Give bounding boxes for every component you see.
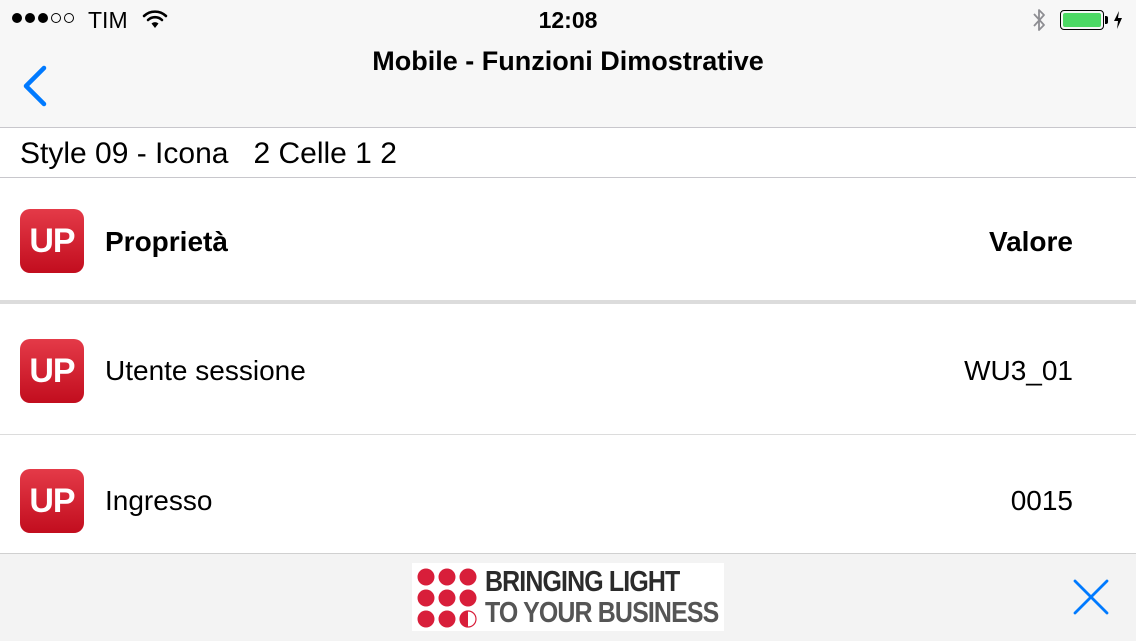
row-value: WU3_01 (964, 355, 1073, 386)
charging-bolt-icon (1112, 10, 1124, 35)
ad-subline: TO YOUR BUSINESS (485, 597, 719, 629)
section-title: Style 09 - Icona 2 Celle 1 2 (20, 137, 397, 170)
battery-tip (1105, 16, 1108, 24)
dots-logo-icon (417, 568, 477, 628)
status-bar: TIM 12:08 (0, 0, 1136, 40)
ad-banner: BRINGING LIGHT TO YOUR BUSINESS (0, 553, 1136, 641)
battery-icon (1060, 10, 1104, 30)
ad-image[interactable]: BRINGING LIGHT TO YOUR BUSINESS (412, 563, 724, 631)
close-icon (1073, 579, 1109, 615)
clock: 12:08 (538, 7, 598, 33)
table-row[interactable]: UP Utente sessione WU3_01 (0, 308, 1136, 435)
up-logo-icon: UP (20, 469, 84, 533)
section-header: Style 09 - Icona 2 Celle 1 2 (0, 128, 1136, 178)
up-logo-icon: UP (20, 209, 84, 273)
row-value: 0015 (1010, 485, 1073, 516)
navigation-bar: Mobile - Funzioni Dimostrative (0, 40, 1136, 128)
battery-fill (1063, 13, 1101, 27)
table-row[interactable]: UP Ingresso 0015 (0, 436, 1136, 552)
table-header-row: UP Proprietà Valore (0, 178, 1136, 304)
close-ad-button[interactable] (1072, 578, 1110, 616)
column-header-value: Valore (988, 226, 1073, 257)
up-logo-icon: UP (20, 339, 84, 403)
row-label: Ingresso (105, 485, 213, 516)
page-title: Mobile - Funzioni Dimostrative (372, 46, 764, 76)
row-label: Utente sessione (105, 355, 306, 386)
ad-headline: BRINGING LIGHT (485, 566, 680, 598)
column-header-property: Proprietà (105, 226, 228, 257)
bluetooth-icon (1031, 7, 1047, 38)
